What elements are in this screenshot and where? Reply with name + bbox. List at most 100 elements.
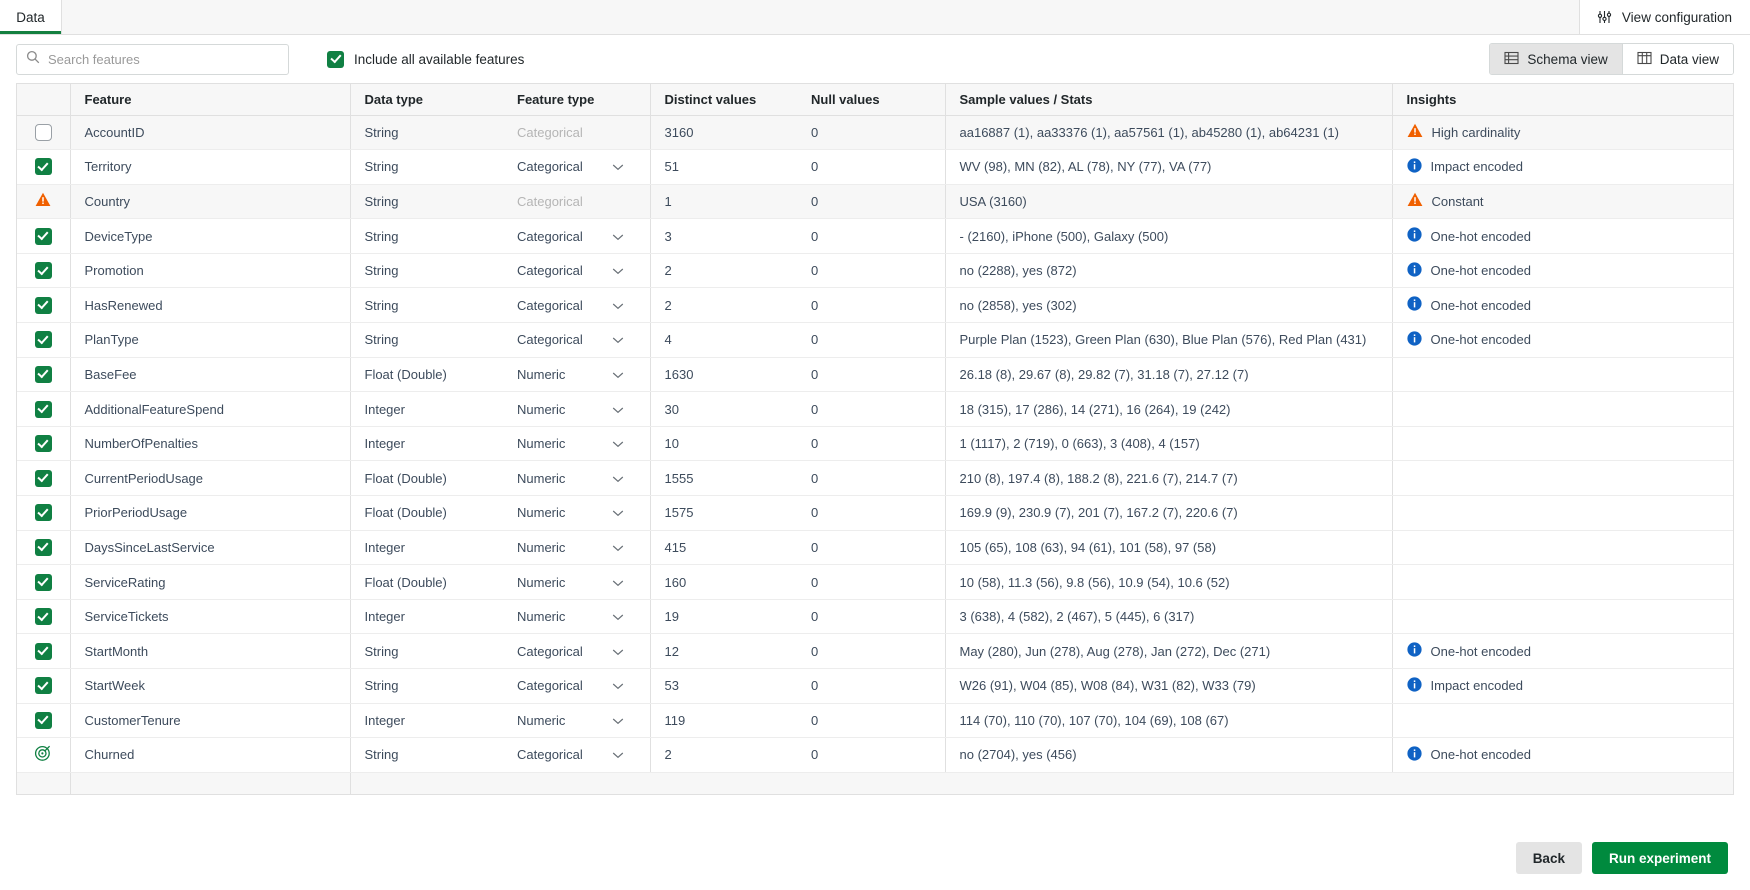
row-include-checkbox[interactable] bbox=[34, 469, 52, 487]
table-row[interactable]: ServiceTickets Integer Numeric 19 0 3 (638), … bbox=[17, 599, 1733, 635]
table-row[interactable]: PriorPeriodUsage Float (Double) Numeric 157… bbox=[17, 495, 1733, 531]
row-feature-type[interactable]: Categorical bbox=[503, 668, 651, 704]
row-selector-cell[interactable] bbox=[17, 357, 71, 393]
row-include-checkbox[interactable] bbox=[34, 227, 52, 245]
row-feature-type[interactable]: Numeric bbox=[503, 564, 651, 600]
table-row[interactable]: Churned String Categorical 2 0 no (2704), yes… bbox=[17, 737, 1733, 773]
row-include-checkbox[interactable] bbox=[34, 677, 52, 695]
row-selector-cell[interactable] bbox=[17, 495, 71, 531]
table-row[interactable]: BaseFee Float (Double) Numeric 1630 0 26.18 (… bbox=[17, 357, 1733, 393]
chevron-down-icon[interactable] bbox=[612, 747, 624, 762]
row-selector-cell[interactable] bbox=[17, 391, 71, 427]
row-include-checkbox[interactable] bbox=[34, 538, 52, 556]
row-selector-cell[interactable] bbox=[17, 184, 71, 220]
header-feature-type[interactable]: Feature type bbox=[503, 84, 651, 116]
table-row[interactable]: DaysSinceLastService Integer Numeric 415 0 10… bbox=[17, 530, 1733, 566]
header-distinct-values[interactable]: Distinct values bbox=[650, 84, 797, 116]
table-row[interactable]: NumberOfPenalties Integer Numeric 10 0 1 (111… bbox=[17, 426, 1733, 462]
row-include-checkbox[interactable] bbox=[34, 608, 52, 626]
chevron-down-icon[interactable] bbox=[612, 436, 624, 451]
row-feature-type[interactable]: Numeric bbox=[503, 599, 651, 635]
row-feature-type[interactable]: Numeric bbox=[503, 426, 651, 462]
table-row[interactable]: Territory String Categorical 51 0 WV (98), MN… bbox=[17, 149, 1733, 185]
row-selector-cell[interactable] bbox=[17, 633, 71, 669]
row-selector-cell[interactable] bbox=[17, 115, 71, 151]
chevron-down-icon[interactable] bbox=[612, 229, 624, 244]
table-row[interactable]: AdditionalFeatureSpend Integer Numeric 30 0 1… bbox=[17, 391, 1733, 427]
row-feature-type[interactable]: Categorical bbox=[503, 218, 651, 254]
tab-data[interactable]: Data bbox=[0, 0, 62, 34]
chevron-down-icon[interactable] bbox=[612, 159, 624, 174]
row-selector-cell[interactable] bbox=[17, 564, 71, 600]
header-data-type[interactable]: Data type bbox=[350, 84, 503, 116]
row-selector-cell[interactable] bbox=[17, 599, 71, 635]
table-row[interactable]: StartMonth String Categorical 12 0 May (280),… bbox=[17, 633, 1733, 669]
header-sample-values[interactable]: Sample values / Stats bbox=[945, 84, 1393, 116]
table-row[interactable]: PlanType String Categorical 4 0 Purple Plan (… bbox=[17, 322, 1733, 358]
table-row[interactable]: StartWeek String Categorical 53 0 W26 (91), W… bbox=[17, 668, 1733, 704]
row-selector-cell[interactable] bbox=[17, 253, 71, 289]
run-experiment-button[interactable]: Run experiment bbox=[1591, 842, 1728, 874]
row-selector-cell[interactable] bbox=[17, 703, 71, 739]
chevron-down-icon[interactable] bbox=[612, 471, 624, 486]
chevron-down-icon[interactable] bbox=[612, 298, 624, 313]
include-all-features-checkbox[interactable] bbox=[327, 50, 344, 68]
row-feature-type[interactable]: Numeric bbox=[503, 391, 651, 427]
row-selector-cell[interactable] bbox=[17, 287, 71, 324]
row-include-checkbox[interactable] bbox=[34, 262, 52, 280]
row-include-checkbox[interactable] bbox=[34, 711, 52, 729]
row-selector-cell[interactable] bbox=[17, 426, 71, 462]
view-configuration-button[interactable]: View configuration bbox=[1578, 0, 1750, 34]
row-feature-type[interactable]: Numeric bbox=[503, 460, 651, 497]
chevron-down-icon[interactable] bbox=[612, 713, 624, 728]
row-selector-cell[interactable] bbox=[17, 530, 71, 566]
row-feature-type[interactable]: Categorical bbox=[503, 633, 651, 669]
chevron-down-icon[interactable] bbox=[612, 644, 624, 659]
row-include-checkbox[interactable] bbox=[34, 296, 52, 314]
row-include-checkbox[interactable] bbox=[34, 158, 52, 176]
row-include-checkbox[interactable] bbox=[34, 504, 52, 522]
chevron-down-icon[interactable] bbox=[612, 402, 624, 417]
row-feature-type[interactable]: Numeric bbox=[503, 530, 651, 566]
table-row[interactable]: CustomerTenure Integer Numeric 119 0 114 (70)… bbox=[17, 703, 1733, 739]
chevron-down-icon[interactable] bbox=[612, 332, 624, 347]
row-include-checkbox[interactable] bbox=[34, 642, 52, 660]
table-row[interactable]: AccountID String Categorical 3160 0 aa16887 (… bbox=[17, 115, 1733, 151]
row-feature-type[interactable]: Numeric bbox=[503, 703, 651, 739]
table-row[interactable]: CurrentPeriodUsage Float (Double) Numeric 1… bbox=[17, 460, 1733, 497]
row-feature-type[interactable]: Numeric bbox=[503, 357, 651, 393]
row-selector-cell[interactable] bbox=[17, 149, 71, 185]
row-selector-cell[interactable] bbox=[17, 460, 71, 497]
row-feature-type[interactable]: Numeric bbox=[503, 495, 651, 531]
table-row[interactable]: Promotion String Categorical 2 0 no (2288), y… bbox=[17, 253, 1733, 289]
search-features-box[interactable]: Search features bbox=[16, 43, 289, 75]
row-selector-cell[interactable] bbox=[17, 322, 71, 358]
row-feature-type[interactable]: Categorical bbox=[503, 253, 651, 289]
back-button[interactable]: Back bbox=[1515, 842, 1582, 874]
row-include-checkbox[interactable] bbox=[34, 435, 52, 453]
row-feature-type[interactable]: Categorical bbox=[503, 322, 651, 358]
row-feature-type[interactable]: Categorical bbox=[503, 287, 651, 324]
schema-view-button[interactable]: Schema view bbox=[1490, 44, 1622, 74]
header-insights[interactable]: Insights bbox=[1392, 84, 1733, 116]
target-icon[interactable] bbox=[34, 744, 52, 765]
row-include-checkbox[interactable] bbox=[34, 123, 52, 141]
row-include-checkbox[interactable] bbox=[34, 365, 52, 383]
header-null-values[interactable]: Null values bbox=[797, 84, 946, 116]
row-include-checkbox[interactable] bbox=[34, 573, 52, 591]
row-include-checkbox[interactable] bbox=[34, 331, 52, 349]
chevron-down-icon[interactable] bbox=[612, 609, 624, 624]
table-row[interactable]: ServiceRating Float (Double) Numeric 160 0 10… bbox=[17, 564, 1733, 600]
table-row[interactable]: Country String Categorical 1 0 USA (3160) Cons… bbox=[17, 184, 1733, 220]
chevron-down-icon[interactable] bbox=[612, 540, 624, 555]
include-all-features-row[interactable]: Include all available features bbox=[327, 50, 524, 68]
row-selector-cell[interactable] bbox=[17, 668, 71, 704]
row-selector-cell[interactable] bbox=[17, 218, 71, 254]
chevron-down-icon[interactable] bbox=[612, 678, 624, 693]
chevron-down-icon[interactable] bbox=[612, 263, 624, 278]
chevron-down-icon[interactable] bbox=[612, 575, 624, 590]
row-feature-type[interactable]: Categorical bbox=[503, 149, 651, 185]
table-row[interactable]: HasRenewed String Categorical 2 0 no (2858), … bbox=[17, 287, 1733, 324]
row-selector-cell[interactable] bbox=[17, 737, 71, 773]
row-include-checkbox[interactable] bbox=[34, 400, 52, 418]
